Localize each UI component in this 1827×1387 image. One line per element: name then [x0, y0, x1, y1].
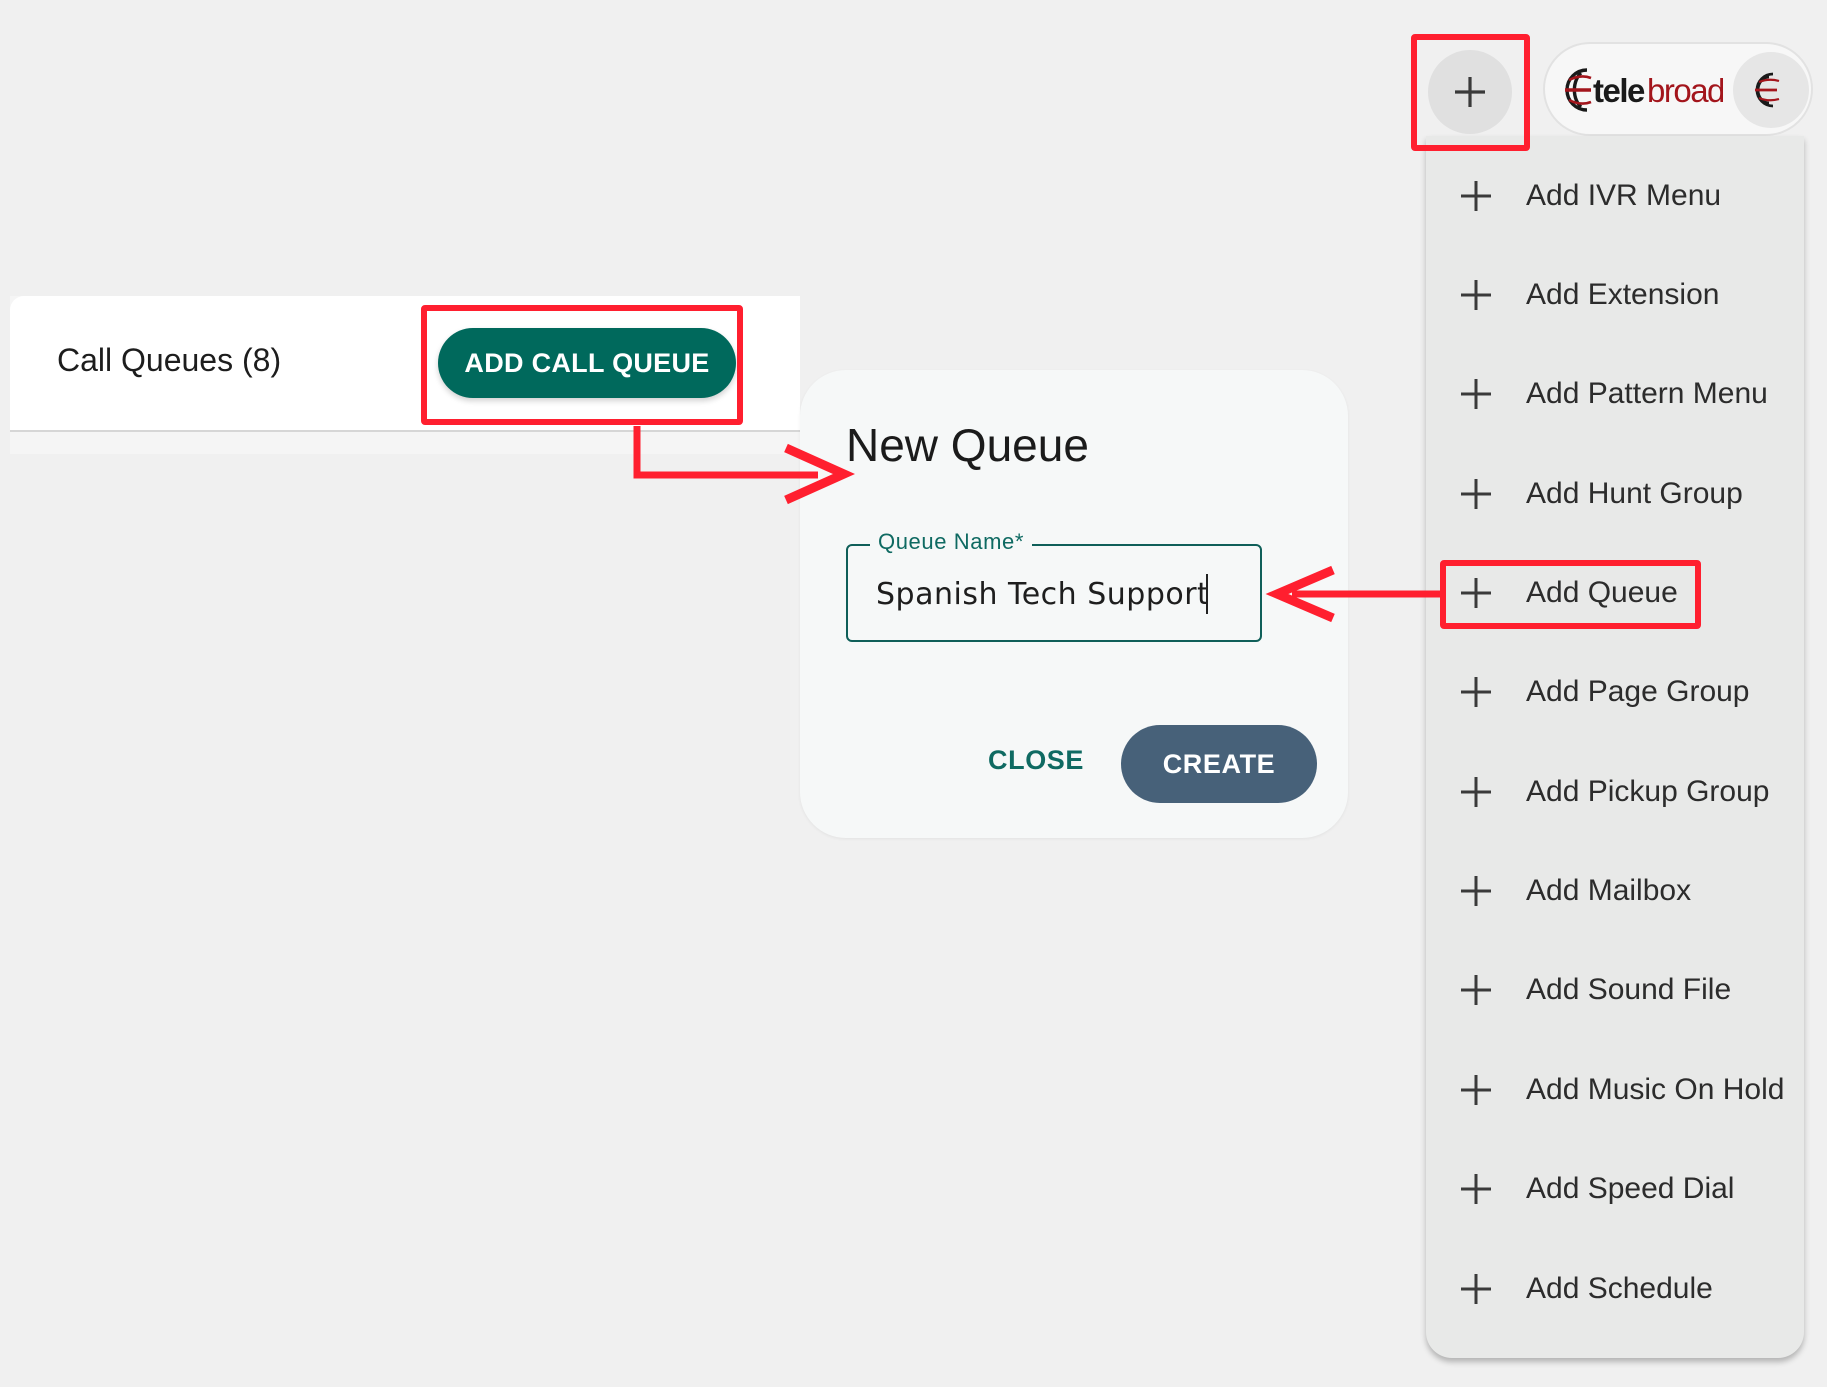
- menu-item-label: Add IVR Menu: [1526, 178, 1722, 212]
- plus-icon: [1461, 975, 1491, 1005]
- menu-item-label: Add Page Group: [1526, 674, 1750, 708]
- plus-icon: [1461, 876, 1491, 906]
- plus-icon: [1461, 181, 1491, 211]
- call-queues-header-bar: Call Queues (8) ADD CALL QUEUE: [10, 296, 800, 432]
- menu-item-add-schedule[interactable]: Add Schedule: [1426, 1239, 1804, 1338]
- queue-name-input[interactable]: [876, 574, 1206, 614]
- menu-item-add-music-on-hold[interactable]: Add Music On Hold: [1426, 1040, 1804, 1139]
- menu-item-add-extension[interactable]: Add Extension: [1426, 245, 1804, 344]
- menu-item-add-speed-dial[interactable]: Add Speed Dial: [1426, 1139, 1804, 1238]
- plus-icon: [1461, 578, 1491, 608]
- menu-item-label: Add Mailbox: [1526, 873, 1692, 907]
- queue-name-field[interactable]: Queue Name*: [846, 529, 1262, 642]
- menu-item-label: Add Speed Dial: [1526, 1171, 1735, 1205]
- menu-item-label: Add Extension: [1526, 277, 1720, 311]
- call-queues-header: Call Queues (8) ADD CALL QUEUE: [10, 296, 800, 454]
- dialog-title: New Queue: [846, 419, 1089, 471]
- menu-item-add-mailbox[interactable]: Add Mailbox: [1426, 841, 1804, 940]
- logo-text-tele: tele: [1593, 72, 1645, 109]
- menu-item-add-queue[interactable]: Add Queue: [1426, 543, 1804, 642]
- menu-item-add-hunt-group[interactable]: Add Hunt Group: [1426, 444, 1804, 543]
- plus-icon: [1455, 77, 1485, 107]
- menu-item-add-page-group[interactable]: Add Page Group: [1426, 642, 1804, 741]
- plus-icon: [1461, 777, 1491, 807]
- menu-item-label: Add Pattern Menu: [1526, 376, 1768, 410]
- plus-icon: [1461, 379, 1491, 409]
- plus-icon: [1461, 280, 1491, 310]
- plus-icon: [1461, 1174, 1491, 1204]
- close-button[interactable]: CLOSE: [988, 745, 1084, 776]
- text-caret: [1206, 574, 1208, 614]
- queue-name-label: Queue Name*: [870, 529, 1033, 555]
- call-queues-title: Call Queues (8): [57, 342, 282, 378]
- plus-icon: [1461, 1274, 1491, 1304]
- globe-logo-icon: [1755, 72, 1780, 108]
- plus-icon: [1461, 1075, 1491, 1105]
- menu-item-label: Add Music On Hold: [1526, 1072, 1785, 1106]
- menu-item-add-pickup-group[interactable]: Add Pickup Group: [1426, 742, 1804, 841]
- add-menu-dropdown: Add IVR Menu Add Extension Add Pattern M…: [1426, 136, 1804, 1358]
- menu-item-label: Add Sound File: [1526, 972, 1732, 1006]
- menu-item-label: Add Hunt Group: [1526, 476, 1743, 510]
- menu-item-add-pattern-menu[interactable]: Add Pattern Menu: [1426, 344, 1804, 443]
- menu-item-label: Add Queue: [1526, 575, 1678, 609]
- plus-icon: [1461, 677, 1491, 707]
- account-avatar[interactable]: [1733, 52, 1809, 128]
- menu-item-label: Add Pickup Group: [1526, 774, 1770, 808]
- create-button[interactable]: CREATE: [1121, 725, 1317, 803]
- new-queue-dialog: New Queue Queue Name* CLOSE CREATE: [800, 370, 1348, 838]
- add-new-button[interactable]: [1428, 50, 1512, 134]
- add-call-queue-button[interactable]: ADD CALL QUEUE: [438, 328, 736, 398]
- menu-item-add-ivr-menu[interactable]: Add IVR Menu: [1426, 146, 1804, 245]
- telebroad-logo: tele broad: [1565, 68, 1723, 112]
- logo-text-broad: broad: [1647, 72, 1723, 109]
- menu-item-add-sound-file[interactable]: Add Sound File: [1426, 940, 1804, 1039]
- plus-icon: [1461, 479, 1491, 509]
- brand-account-pill[interactable]: tele broad: [1543, 42, 1813, 136]
- menu-item-label: Add Schedule: [1526, 1271, 1713, 1305]
